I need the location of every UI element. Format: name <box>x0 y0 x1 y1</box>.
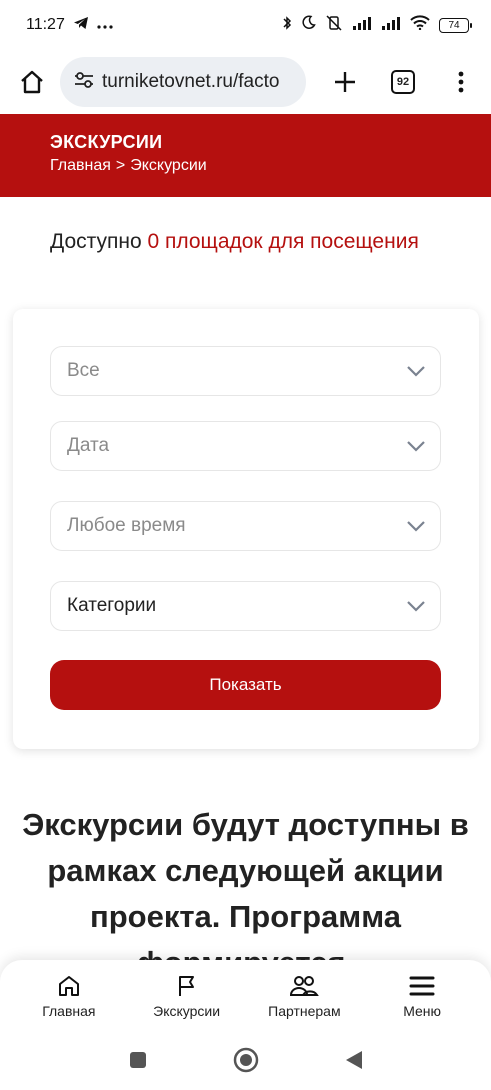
available-prefix: Доступно <box>50 230 148 253</box>
address-bar[interactable]: turniketovnet.ru/facto <box>60 57 306 107</box>
telegram-icon <box>73 16 89 35</box>
menu-icon <box>409 976 435 996</box>
tabs-count: 92 <box>391 70 415 94</box>
vibrate-off-icon <box>325 14 343 36</box>
chevron-down-icon <box>407 441 425 452</box>
type-select[interactable]: Все <box>50 346 441 396</box>
circle-icon <box>233 1047 258 1072</box>
system-home-button[interactable] <box>233 1047 259 1078</box>
chevron-down-icon <box>407 601 425 612</box>
chevron-down-icon <box>407 521 425 532</box>
status-right: 74 <box>282 14 472 36</box>
partners-icon <box>290 976 320 996</box>
plus-icon <box>335 72 355 92</box>
tabs-button[interactable]: 92 <box>387 66 419 98</box>
browser-home-icon <box>21 70 43 94</box>
status-bar: 11:27 74 <box>0 0 491 50</box>
back-button[interactable] <box>345 1050 363 1075</box>
back-triangle-icon <box>345 1050 362 1069</box>
browser-toolbar: turniketovnet.ru/facto 92 <box>0 50 491 114</box>
time-select[interactable]: Любое время <box>50 501 441 551</box>
site-settings-icon[interactable] <box>74 71 94 94</box>
date-select[interactable]: Дата <box>50 421 441 471</box>
browser-menu-button[interactable] <box>445 66 477 98</box>
battery-indicator: 74 <box>439 17 472 33</box>
square-icon <box>129 1051 146 1068</box>
nav-item-partners[interactable]: Партнерам <box>249 974 359 1034</box>
date-select-value: Дата <box>67 435 110 456</box>
nav-item-home[interactable]: Главная <box>14 974 124 1034</box>
do-not-disturb-icon <box>301 15 316 35</box>
url-text: turniketovnet.ru/facto <box>102 71 280 92</box>
system-nav <box>0 1034 491 1090</box>
breadcrumb-separator: > <box>115 157 126 174</box>
status-time: 11:27 <box>26 16 65 33</box>
signal-icon-2 <box>381 16 401 35</box>
more-vert-icon <box>458 71 464 93</box>
home-icon <box>58 976 79 996</box>
nav-item-label: Партнерам <box>268 1003 341 1019</box>
bottom-nav: Главная Экскурсии Партнерам Меню <box>0 960 491 1034</box>
show-button[interactable]: Показать <box>50 660 441 710</box>
nav-item-excursions[interactable]: Экскурсии <box>132 974 242 1034</box>
breadcrumb-home[interactable]: Главная <box>50 157 111 175</box>
filter-card: Все Дата Любое время Категории Показать <box>13 309 479 749</box>
wifi-icon <box>410 15 430 35</box>
breadcrumb: Главная > Экскурсии <box>50 157 491 175</box>
more-notifications-icon <box>97 16 113 34</box>
available-count-text: Доступно 0 площадок для посещения <box>50 228 450 256</box>
nav-item-label: Главная <box>42 1003 96 1019</box>
signal-icon-1 <box>352 16 372 35</box>
browser-actions: 92 <box>329 66 477 98</box>
category-select[interactable]: Категории <box>50 581 441 631</box>
nav-item-label: Меню <box>403 1003 442 1019</box>
time-select-value: Любое время <box>67 515 186 536</box>
available-count: 0 площадок для посещения <box>147 230 419 253</box>
page-header: ЭКСКУРСИИ Главная > Экскурсии <box>0 114 491 197</box>
bluetooth-icon <box>282 15 292 36</box>
recent-apps-button[interactable] <box>129 1051 147 1074</box>
category-select-value: Категории <box>67 595 157 616</box>
type-select-value: Все <box>67 360 100 381</box>
breadcrumb-current: Экскурсии <box>130 157 207 174</box>
nav-item-menu[interactable]: Меню <box>367 974 477 1034</box>
nav-item-label: Экскурсии <box>153 1003 221 1019</box>
info-heading: Экскурсии будут доступны в рамках следую… <box>22 807 469 980</box>
status-left: 11:27 <box>26 16 113 35</box>
flag-icon <box>178 976 194 996</box>
page-title: ЭКСКУРСИИ <box>50 132 163 152</box>
home-button[interactable] <box>16 66 48 98</box>
new-tab-button[interactable] <box>329 66 361 98</box>
chevron-down-icon <box>407 366 425 377</box>
